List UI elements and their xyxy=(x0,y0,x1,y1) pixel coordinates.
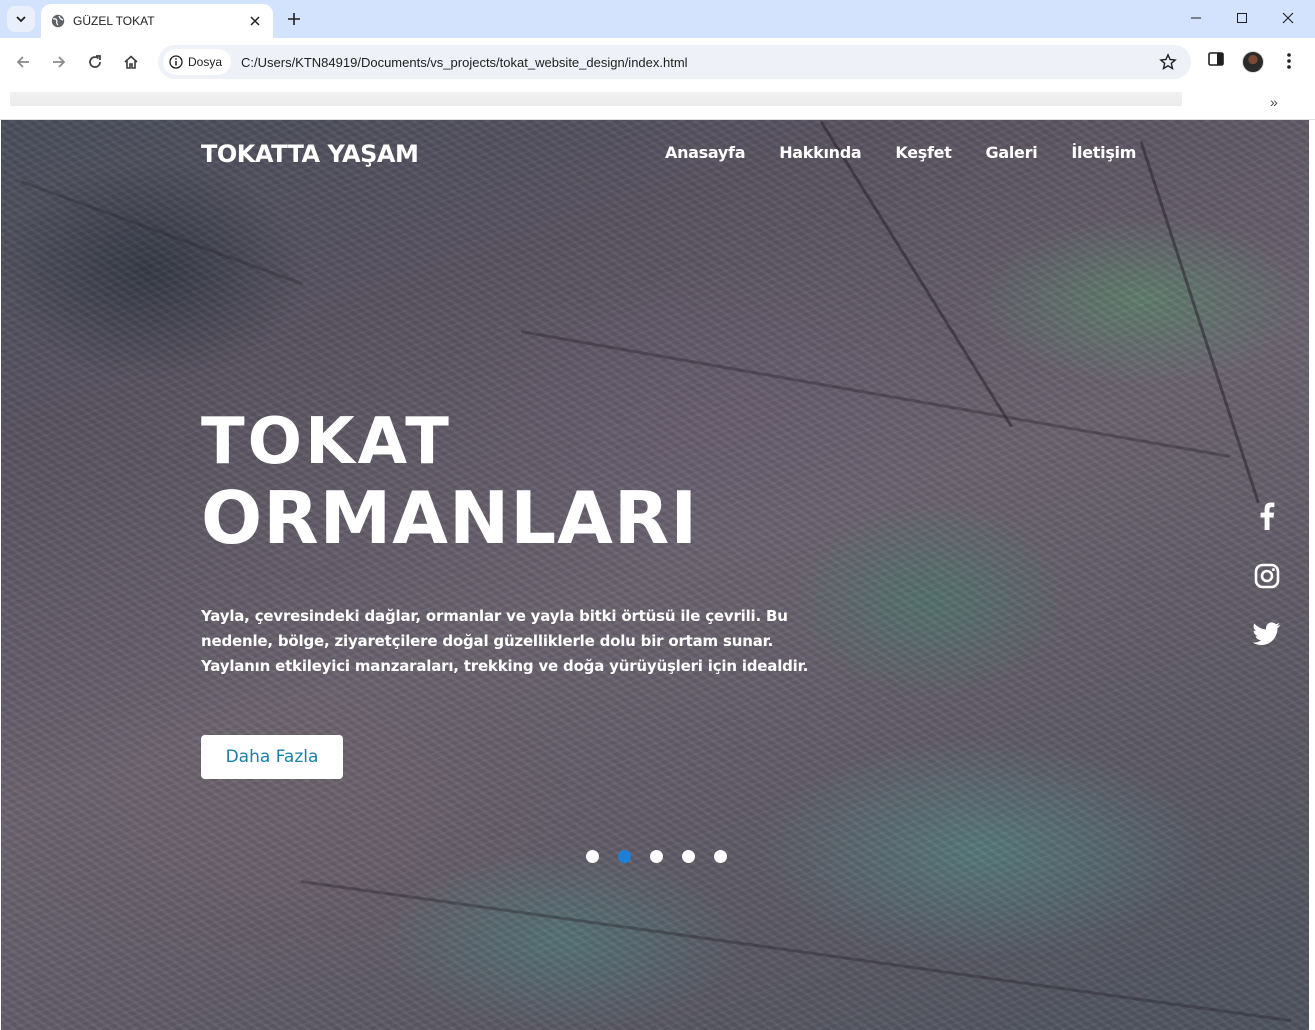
maximize-icon xyxy=(1237,13,1247,23)
nav-hakkinda[interactable]: Hakkında xyxy=(779,143,862,162)
minimize-icon xyxy=(1191,17,1201,19)
browser-tab[interactable]: GÜZEL TOKAT xyxy=(41,4,273,38)
browser-tab-strip: GÜZEL TOKAT xyxy=(0,0,1315,38)
hero-description: Yayla, çevresindeki dağlar, ormanlar ve … xyxy=(201,607,809,675)
background-branch xyxy=(20,180,304,286)
address-bar[interactable]: Dosya C:/Users/KTN84919/Documents/vs_pro… xyxy=(158,45,1191,79)
main-nav: Anasayfa Hakkında Keşfet Galeri İletişim xyxy=(665,143,1136,162)
slider-dot[interactable] xyxy=(586,850,599,863)
maximize-button[interactable] xyxy=(1219,0,1265,36)
forward-button[interactable] xyxy=(47,50,71,74)
arrow-right-icon xyxy=(53,56,66,68)
slider-dot[interactable] xyxy=(682,850,695,863)
background-branch xyxy=(300,880,1292,1023)
reload-icon xyxy=(89,55,101,68)
tab-title: GÜZEL TOKAT xyxy=(73,14,155,28)
minimize-button[interactable] xyxy=(1173,0,1219,36)
side-panel-icon[interactable] xyxy=(1207,50,1225,68)
twitter-link[interactable] xyxy=(1251,618,1283,650)
twitter-icon xyxy=(1253,622,1280,645)
new-tab-button[interactable] xyxy=(283,8,305,30)
chevron-down-icon xyxy=(16,16,26,23)
star-icon[interactable] xyxy=(1159,53,1177,71)
more-menu-icon[interactable] xyxy=(1280,50,1298,72)
background-branch xyxy=(819,120,1014,428)
close-icon xyxy=(1282,12,1294,24)
info-icon xyxy=(169,55,183,69)
home-button[interactable] xyxy=(119,50,143,74)
browser-toolbar: Dosya C:/Users/KTN84919/Documents/vs_pro… xyxy=(0,38,1315,86)
site-brand[interactable]: TOKATTA YAŞAM xyxy=(201,140,419,168)
instagram-link[interactable] xyxy=(1251,560,1283,592)
site-info-label: Dosya xyxy=(188,55,223,69)
site-info-chip[interactable]: Dosya xyxy=(163,49,232,75)
instagram-icon xyxy=(1254,563,1280,589)
nav-kesfet[interactable]: Keşfet xyxy=(895,143,951,162)
tab-search-button[interactable] xyxy=(7,6,35,32)
hero-section: TOKATTA YAŞAM Anasayfa Hakkında Keşfet G… xyxy=(1,120,1309,1030)
slider-dot[interactable] xyxy=(618,850,631,863)
background-branch xyxy=(520,330,1231,459)
url-text[interactable]: C:/Users/KTN84919/Documents/vs_projects/… xyxy=(241,55,688,70)
close-window-button[interactable] xyxy=(1265,0,1311,36)
nav-iletisim[interactable]: İletişim xyxy=(1071,143,1136,162)
bookmarks-items[interactable] xyxy=(10,92,1182,106)
plus-icon xyxy=(288,13,300,25)
nav-galeri[interactable]: Galeri xyxy=(986,143,1038,162)
hero-title-line1: TOKAT xyxy=(201,405,452,479)
arrow-left-icon xyxy=(16,56,29,68)
back-button[interactable] xyxy=(11,50,35,74)
more-button[interactable]: Daha Fazla xyxy=(201,735,343,779)
nav-anasayfa[interactable]: Anasayfa xyxy=(665,143,745,162)
bookmarks-more-button[interactable]: » xyxy=(1270,94,1278,110)
profile-avatar[interactable] xyxy=(1242,51,1264,73)
slider-dots xyxy=(586,850,727,863)
globe-icon xyxy=(51,14,65,28)
facebook-icon xyxy=(1260,502,1275,530)
slider-dot[interactable] xyxy=(650,850,663,863)
close-tab-icon[interactable] xyxy=(247,13,263,29)
reload-button[interactable] xyxy=(83,50,107,74)
slider-dot[interactable] xyxy=(714,850,727,863)
facebook-link[interactable] xyxy=(1251,500,1283,532)
home-icon xyxy=(124,55,138,69)
hero-title-line2: ORMANLARI xyxy=(201,476,699,560)
bookmarks-bar: » xyxy=(0,86,1315,120)
